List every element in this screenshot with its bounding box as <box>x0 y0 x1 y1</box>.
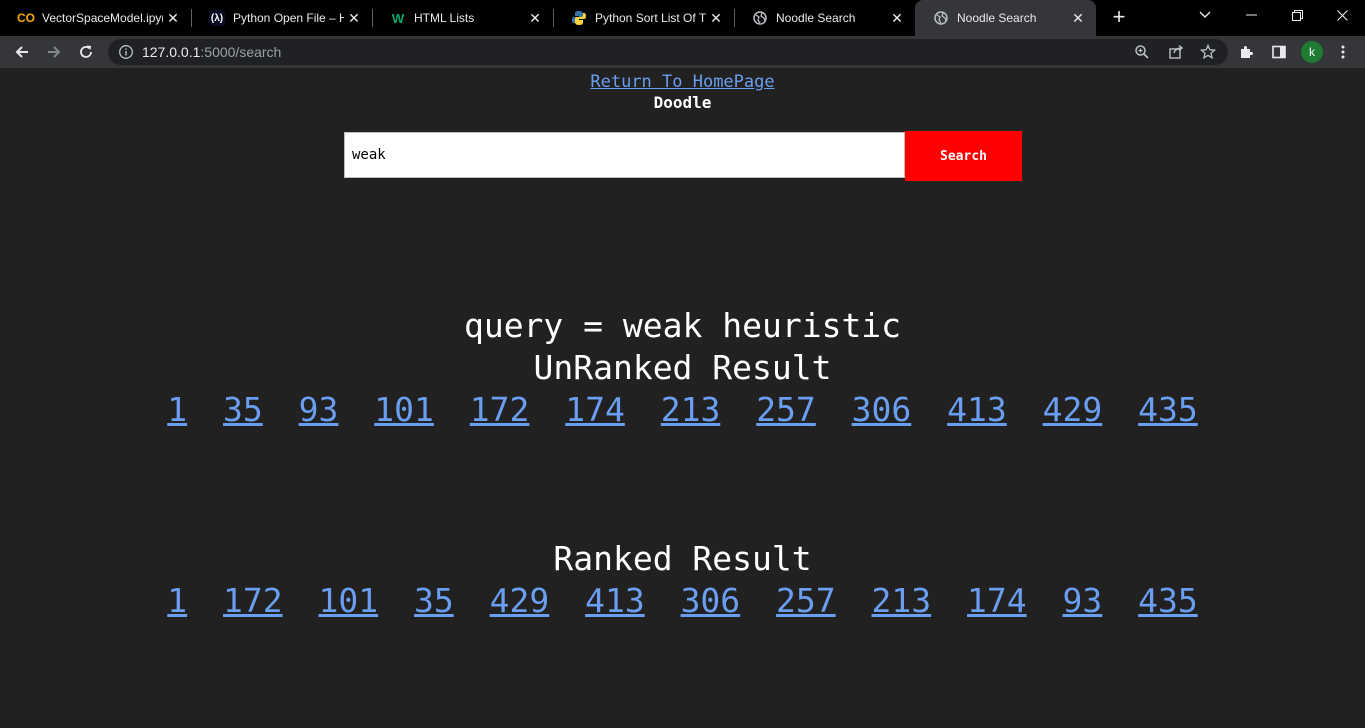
result-link[interactable]: 435 <box>1138 390 1198 429</box>
profile-avatar[interactable]: k <box>1301 41 1323 63</box>
result-link[interactable]: 257 <box>776 581 836 620</box>
result-link[interactable]: 172 <box>470 390 530 429</box>
tab-title: Noodle Search <box>957 11 1037 25</box>
close-tab-icon[interactable]: ✕ <box>1068 8 1088 28</box>
minimize-button[interactable] <box>1228 0 1274 30</box>
result-link[interactable]: 1 <box>167 581 187 620</box>
result-link[interactable]: 257 <box>756 390 816 429</box>
result-link[interactable]: 306 <box>681 581 741 620</box>
query-line: query = weak heuristic <box>463 306 902 345</box>
result-link[interactable]: 93 <box>299 390 339 429</box>
result-link[interactable]: 35 <box>414 581 454 620</box>
home-link-container: Return To HomePage <box>0 72 1365 92</box>
bookmark-star-icon[interactable] <box>1199 43 1217 65</box>
back-arrow-icon <box>15 46 28 58</box>
tab-title: Python Open File – How to Read <box>233 11 344 25</box>
restore-button[interactable] <box>1274 0 1320 30</box>
tab-html-lists[interactable]: W HTML Lists ✕ <box>372 0 554 36</box>
search-button[interactable]: Search <box>905 131 1022 181</box>
result-link[interactable]: 429 <box>490 581 550 620</box>
address-bar[interactable]: 127.0.0.1:5000/search <box>108 39 1228 65</box>
globe-icon <box>752 10 768 26</box>
url-path: :5000/search <box>200 44 282 60</box>
result-link[interactable]: 101 <box>374 390 434 429</box>
globe-icon <box>933 10 949 26</box>
unranked-results: 1 35 93 101 172 174 213 257 306 413 429 … <box>0 389 1365 431</box>
tab-vectorspacemodel[interactable]: CO VectorSpaceModel.ipynb ✕ <box>0 0 192 36</box>
tab-python-open-file[interactable]: (λ) Python Open File – How to Read ✕ <box>191 0 373 36</box>
w3schools-icon: W <box>391 10 405 26</box>
unranked-title: UnRanked Result <box>533 348 832 387</box>
puzzle-icon <box>1241 46 1253 58</box>
forward-arrow-icon <box>48 46 61 58</box>
result-link[interactable]: 1 <box>167 390 187 429</box>
result-link[interactable]: 435 <box>1138 581 1198 620</box>
colab-icon: CO <box>17 11 35 25</box>
side-panel-icon <box>1272 45 1286 59</box>
freecodecamp-icon: (λ) <box>209 10 225 26</box>
result-link[interactable]: 213 <box>872 581 932 620</box>
tab-title: HTML Lists <box>414 11 475 25</box>
close-window-button[interactable] <box>1319 0 1365 30</box>
close-tab-icon[interactable]: ✕ <box>525 8 545 28</box>
tab-noodle-search-active[interactable]: Noodle Search ✕ <box>915 0 1096 36</box>
result-link[interactable]: 172 <box>223 581 283 620</box>
close-tab-icon[interactable]: ✕ <box>344 8 364 28</box>
zoom-icon[interactable] <box>1134 44 1150 65</box>
url-text: 127.0.0.1:5000/search <box>142 45 281 59</box>
result-link[interactable]: 413 <box>947 390 1007 429</box>
search-input[interactable] <box>344 132 905 178</box>
url-host: 127.0.0.1 <box>142 44 201 60</box>
ranked-title: Ranked Result <box>553 539 812 578</box>
close-tab-icon[interactable]: ✕ <box>887 8 907 28</box>
forward-button[interactable] <box>42 40 66 64</box>
browser-toolbar: 127.0.0.1:5000/search <box>0 36 1365 68</box>
tab-search-chevron-icon[interactable] <box>1182 0 1228 30</box>
close-tab-icon[interactable]: ✕ <box>163 8 183 28</box>
result-link[interactable]: 93 <box>1063 581 1103 620</box>
close-tab-icon[interactable]: ✕ <box>706 8 726 28</box>
result-link[interactable]: 174 <box>967 581 1027 620</box>
back-button[interactable] <box>10 40 34 64</box>
share-icon[interactable] <box>1168 44 1184 65</box>
tab-strip: CO VectorSpaceModel.ipynb ✕ (λ) Python O… <box>0 0 1365 36</box>
ranked-results: 1 172 101 35 429 413 306 257 213 174 93 … <box>0 580 1365 622</box>
return-home-link[interactable]: Return To HomePage <box>590 72 774 92</box>
tab-python-sort-list[interactable]: Python Sort List Of Tuples ✕ <box>553 0 735 36</box>
reload-icon <box>80 45 92 58</box>
result-link[interactable]: 413 <box>585 581 645 620</box>
result-link[interactable]: 213 <box>661 390 721 429</box>
reload-button[interactable] <box>74 40 98 64</box>
tab-noodle-search-1[interactable]: Noodle Search ✕ <box>734 0 915 36</box>
kebab-menu-icon <box>1341 45 1345 59</box>
menu-button[interactable] <box>1331 40 1355 64</box>
tab-title: Python Sort List Of Tuples <box>595 11 706 25</box>
page-content: Return To HomePage Doodle Search query =… <box>0 68 1365 728</box>
brand-title: Doodle <box>653 93 712 112</box>
new-tab-button[interactable]: + <box>1107 6 1131 30</box>
side-panel-button[interactable] <box>1267 40 1291 64</box>
info-icon[interactable] <box>118 44 134 65</box>
result-link[interactable]: 174 <box>565 390 625 429</box>
python-icon <box>571 10 587 26</box>
result-link[interactable]: 306 <box>852 390 912 429</box>
result-link[interactable]: 101 <box>318 581 378 620</box>
result-link[interactable]: 429 <box>1043 390 1103 429</box>
result-link[interactable]: 35 <box>223 390 263 429</box>
extensions-button[interactable] <box>1235 40 1259 64</box>
tab-title: Noodle Search <box>776 11 856 25</box>
tab-title: VectorSpaceModel.ipynb <box>42 11 163 25</box>
